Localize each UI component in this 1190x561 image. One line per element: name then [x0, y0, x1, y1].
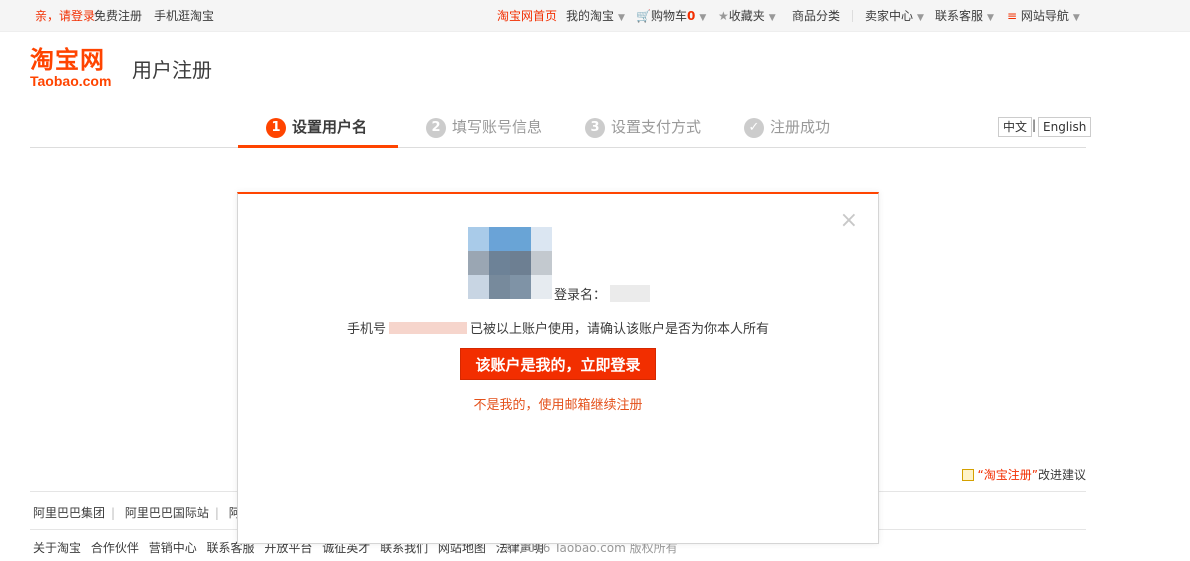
avatar-pixel	[468, 251, 489, 275]
avatar-pixel	[468, 227, 489, 251]
step-label: 设置用户名	[292, 118, 368, 136]
chevron-down-icon: ▼	[987, 13, 994, 23]
mobile-taobao-link[interactable]: 手机逛淘宝	[154, 0, 214, 32]
favorites-label: 收藏夹	[728, 9, 765, 23]
avatar-pixel	[489, 275, 510, 299]
site-nav-label: 网站导航	[1020, 9, 1069, 23]
avatar	[468, 227, 552, 299]
footer-group-links: 阿里巴巴集团| 阿里巴巴国际站| 阿里巴	[33, 504, 271, 521]
account-exists-dialog: × 登录名： 手机号 已被以上账户使用，请确认该账户是否为你本人所有 该账户是我的…	[237, 192, 879, 544]
phone-notice-text: 已被以上账户使用，请确认该账户是否为你本人所有	[470, 322, 770, 337]
avatar-pixel	[489, 227, 510, 251]
page-title: 用户注册	[132, 58, 212, 82]
my-taobao-label: 我的淘宝	[566, 9, 615, 23]
masked-phone-number	[389, 322, 467, 334]
footer-link[interactable]: 合作伙伴	[91, 541, 139, 555]
avatar-pixel	[531, 275, 552, 299]
chevron-down-icon: ▼	[1072, 13, 1080, 23]
topbar-divider	[852, 10, 853, 22]
check-icon: ✓	[744, 118, 764, 138]
taobao-logo[interactable]: 淘宝网 Taobao.com	[30, 46, 126, 90]
lang-chinese-button[interactable]: 中文	[998, 117, 1033, 137]
avatar-pixel	[489, 251, 510, 275]
confirm-login-button[interactable]: 该账户是我的，立即登录	[460, 348, 656, 380]
step-payment-method: 3 设置支付方式	[585, 108, 701, 148]
avatar-pixel	[510, 275, 531, 299]
avatar-pixel	[510, 251, 531, 275]
step-number: 3	[585, 118, 605, 138]
feedback-suffix: 改进建议	[1037, 468, 1086, 482]
logo-cn-text: 淘宝网	[30, 46, 105, 74]
avatar-pixel	[531, 227, 552, 251]
seller-center-label: 卖家中心	[865, 9, 914, 23]
chevron-down-icon: ▼	[618, 13, 625, 23]
cart-label: 购物车	[650, 9, 687, 23]
step-label: 设置支付方式	[611, 118, 702, 136]
phone-notice: 手机号 已被以上账户使用，请确认该账户是否为你本人所有	[238, 318, 878, 337]
chevron-down-icon: ▼	[768, 13, 776, 23]
registration-steps: 1 设置用户名 2 填写账号信息 3 设置支付方式 ✓ 注册成功	[30, 108, 1086, 148]
cart-count: 0	[686, 9, 696, 23]
avatar-pixel	[510, 227, 531, 251]
categories-link[interactable]: 商品分类	[792, 0, 840, 32]
customer-service-menu[interactable]: 联系客服 ▼	[935, 0, 994, 32]
login-link[interactable]: 亲，请登录	[35, 0, 95, 32]
seller-center-menu[interactable]: 卖家中心 ▼	[865, 0, 924, 32]
footer-link[interactable]: 营销中心	[149, 541, 197, 555]
login-name-label: 登录名：	[554, 288, 607, 303]
masked-login-name	[610, 285, 651, 302]
footer-link[interactable]: 阿里巴巴国际站	[125, 506, 209, 520]
step-set-username: 1 设置用户名	[266, 108, 367, 148]
register-link[interactable]: 免费注册	[94, 0, 142, 32]
taobao-home-link[interactable]: 淘宝网首页	[497, 0, 557, 32]
chevron-down-icon: ▼	[917, 13, 924, 23]
step-label: 填写账号信息	[452, 118, 543, 136]
feedback-icon	[961, 469, 974, 481]
avatar-pixel	[531, 251, 552, 275]
site-nav-menu[interactable]: ≡ 网站导航 ▼	[1007, 0, 1080, 32]
step-number: 1	[266, 118, 286, 138]
lang-separator: |	[1032, 118, 1037, 132]
my-taobao-menu[interactable]: 我的淘宝 ▼	[566, 0, 625, 32]
logo-en-text: Taobao.com	[30, 73, 112, 89]
footer-link[interactable]: 阿里巴巴集团	[33, 506, 105, 520]
menu-icon: ≡	[1007, 9, 1018, 23]
active-step-indicator	[238, 145, 398, 148]
feedback-link[interactable]: “淘宝注册”改进建议	[961, 466, 1086, 483]
step-number: 2	[426, 118, 446, 138]
step-label: 注册成功	[770, 118, 831, 136]
step-account-info: 2 填写账号信息	[426, 108, 542, 148]
star-icon: ★	[718, 9, 729, 23]
avatar-pixel	[468, 275, 489, 299]
step-success: ✓ 注册成功	[744, 108, 830, 148]
site-top-bar: 亲，请登录 免费注册 手机逛淘宝 淘宝网首页 我的淘宝 ▼ 🛒购物车0 ▼ ★收藏夹…	[0, 0, 1190, 32]
footer-link[interactable]: 关于淘宝	[33, 541, 81, 555]
cart-menu[interactable]: 🛒购物车0 ▼	[636, 0, 706, 32]
lang-english-button[interactable]: English	[1038, 117, 1092, 137]
login-name-row: 登录名：	[554, 284, 651, 303]
feedback-quoted: “淘宝注册”	[977, 468, 1038, 482]
register-with-email-link[interactable]: 不是我的，使用邮箱继续注册	[238, 394, 878, 413]
close-icon[interactable]: ×	[840, 210, 858, 232]
customer-service-label: 联系客服	[935, 9, 984, 23]
favorites-menu[interactable]: ★收藏夹 ▼	[718, 0, 776, 32]
cart-icon: 🛒	[636, 9, 651, 23]
chevron-down-icon: ▼	[699, 13, 707, 23]
phone-prefix: 手机号	[346, 322, 386, 337]
